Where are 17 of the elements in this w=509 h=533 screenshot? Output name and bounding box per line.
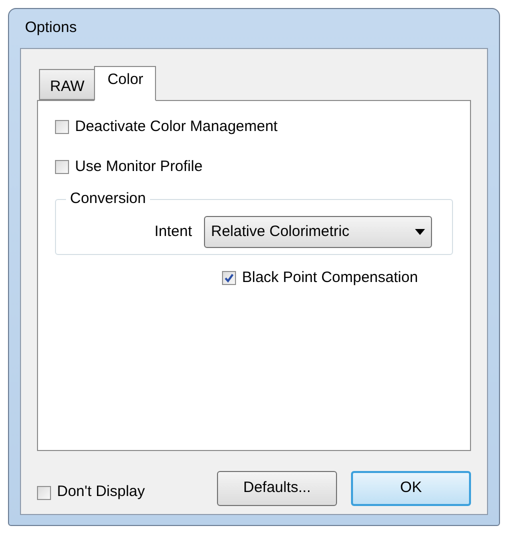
checkbox[interactable]	[55, 120, 69, 134]
dialog-button[interactable]: OK	[351, 471, 471, 506]
checkbox-label: Don't Display	[57, 482, 145, 502]
checkbox[interactable]	[55, 160, 69, 174]
intent-dropdown[interactable]: Relative Colorimetric	[204, 216, 432, 248]
checkbox-label: Use Monitor Profile	[75, 156, 203, 177]
intent-label: Intent	[154, 222, 192, 242]
checkbox-label: Deactivate Color Management	[75, 116, 278, 137]
checkbox[interactable]	[222, 271, 236, 285]
checkbox-label: Black Point Compensation	[242, 268, 418, 288]
tab[interactable]: RAW	[39, 69, 94, 100]
window-title: Options	[25, 18, 77, 38]
tab[interactable]: Color	[94, 66, 156, 101]
dialog-button[interactable]: Defaults...	[217, 471, 337, 506]
checkbox[interactable]	[37, 486, 51, 500]
dropdown-arrow-icon	[415, 229, 425, 235]
check-icon	[224, 273, 234, 283]
